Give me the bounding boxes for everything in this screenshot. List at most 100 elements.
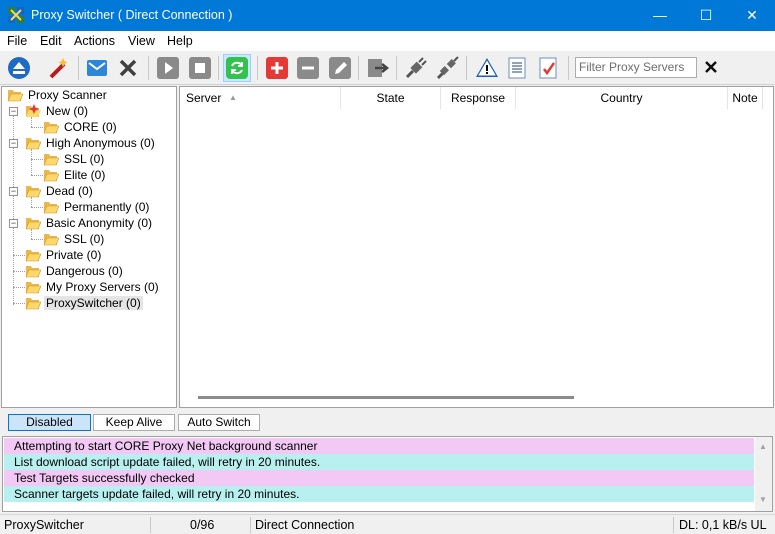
wizard-button[interactable] — [45, 54, 73, 82]
edit-button[interactable] — [326, 54, 354, 82]
filter-input[interactable]: Filter Proxy Servers — [575, 57, 697, 78]
menu-help[interactable]: Help — [167, 34, 193, 48]
plug-connect-icon — [405, 57, 427, 79]
title-bar[interactable]: Proxy Switcher ( Direct Connection ) — ☐… — [0, 0, 775, 31]
horizontal-scrollbar[interactable] — [198, 396, 574, 399]
menu-edit[interactable]: Edit — [40, 34, 62, 48]
play-button[interactable] — [154, 54, 182, 82]
eject-icon — [8, 57, 30, 79]
new-folder-icon — [26, 104, 41, 117]
menu-actions[interactable]: Actions — [74, 34, 115, 48]
tree-item-ssl[interactable]: SSL (0) — [43, 151, 106, 167]
folder-open-icon — [25, 282, 41, 294]
delete-button[interactable] — [114, 54, 142, 82]
check-button[interactable] — [534, 54, 562, 82]
close-button[interactable]: ✕ — [729, 0, 775, 31]
eject-button[interactable] — [5, 54, 33, 82]
expand-toggle[interactable]: − — [9, 219, 18, 228]
delete-x-icon — [119, 59, 137, 77]
edit-pencil-icon — [329, 57, 351, 79]
status-bar: ProxySwitcher 0/96 Direct Connection DL:… — [0, 514, 775, 534]
app-icon — [8, 7, 24, 23]
warnings-button[interactable] — [473, 54, 501, 82]
tree-item-high-anonymous[interactable]: High Anonymous (0) — [25, 135, 157, 151]
disabled-mode-button[interactable]: Disabled — [8, 414, 91, 431]
menu-view[interactable]: View — [128, 34, 155, 48]
refresh-cycle-icon — [226, 57, 248, 79]
scroll-up-icon[interactable]: ▲ — [759, 442, 767, 451]
stop-icon — [189, 57, 211, 79]
tree-item-basic-anonymity[interactable]: Basic Anonymity (0) — [25, 215, 154, 231]
plug-disconnect-icon — [436, 56, 459, 80]
status-connection: Direct Connection — [255, 518, 355, 532]
scroll-down-icon[interactable]: ▼ — [759, 495, 767, 504]
folder-open-icon — [25, 138, 41, 150]
disconnect-button[interactable] — [434, 54, 462, 82]
expand-toggle[interactable]: − — [9, 187, 18, 196]
log-button[interactable] — [503, 54, 531, 82]
warning-icon — [476, 58, 498, 77]
keep-alive-mode-button[interactable]: Keep Alive — [93, 414, 175, 431]
vertical-scrollbar[interactable]: ▲ ▼ — [755, 437, 772, 511]
folder-open-icon — [7, 90, 23, 102]
log-line: Scanner targets update failed, will retr… — [4, 486, 754, 502]
proxy-tree[interactable]: − − − − Proxy Scanner New (0) CORE (0) H… — [1, 86, 177, 408]
folder-open-icon — [25, 250, 41, 262]
log-line: List download script update failed, will… — [4, 454, 754, 470]
menu-file[interactable]: File — [7, 34, 27, 48]
folder-open-icon — [25, 266, 41, 278]
auto-switch-mode-button[interactable]: Auto Switch — [178, 414, 260, 431]
column-header-server[interactable]: Server ▲ — [180, 87, 341, 109]
folder-open-icon — [43, 122, 59, 134]
tree-item-core[interactable]: CORE (0) — [43, 119, 119, 135]
clear-x-icon — [705, 61, 717, 73]
remove-button[interactable] — [294, 54, 322, 82]
expand-toggle[interactable]: − — [9, 139, 18, 148]
tree-item-ssl[interactable]: SSL (0) — [43, 231, 106, 247]
export-button[interactable] — [364, 54, 392, 82]
log-panel[interactable]: Attempting to start CORE Proxy Net backg… — [2, 436, 773, 512]
column-header-country[interactable]: Country — [516, 87, 728, 109]
connect-button[interactable] — [402, 54, 430, 82]
minimize-button[interactable]: — — [637, 0, 683, 31]
tree-item-proxyswitcher[interactable]: ProxySwitcher (0) — [25, 295, 143, 311]
folder-open-icon — [25, 186, 41, 198]
log-line: Attempting to start CORE Proxy Net backg… — [4, 438, 754, 454]
stop-button[interactable] — [186, 54, 214, 82]
maximize-button[interactable]: ☐ — [683, 0, 729, 31]
remove-icon — [297, 57, 319, 79]
play-icon — [157, 57, 179, 79]
expand-toggle[interactable]: − — [9, 107, 18, 116]
status-proxy-count: 0/96 — [190, 518, 215, 532]
column-header-response[interactable]: Response — [441, 87, 516, 109]
clear-filter-button[interactable] — [700, 56, 722, 78]
export-arrow-icon — [368, 59, 390, 77]
column-header-state[interactable]: State — [341, 87, 441, 109]
tree-item-elite[interactable]: Elite (0) — [43, 167, 107, 183]
menu-bar: File Edit Actions View Help — [0, 31, 775, 51]
folder-open-icon — [25, 218, 41, 230]
tree-item-dangerous[interactable]: Dangerous (0) — [25, 263, 125, 279]
folder-open-icon — [43, 170, 59, 182]
refresh-button[interactable] — [223, 54, 251, 82]
folder-open-icon — [43, 234, 59, 246]
checklist-icon — [539, 57, 557, 79]
tree-item-my-proxy-servers[interactable]: My Proxy Servers (0) — [25, 279, 161, 295]
folder-open-icon — [43, 202, 59, 214]
tree-item-permanently[interactable]: Permanently (0) — [43, 199, 151, 215]
email-button[interactable] — [83, 54, 111, 82]
folder-open-icon — [25, 298, 41, 310]
magic-wand-icon — [49, 58, 68, 79]
tree-item-private[interactable]: Private (0) — [25, 247, 103, 263]
tree-item-new[interactable]: New (0) — [25, 103, 90, 119]
proxy-list[interactable]: Server ▲ State Response Country Note — [179, 86, 774, 408]
column-header-note[interactable]: Note — [728, 87, 763, 109]
sort-ascending-icon: ▲ — [229, 93, 237, 102]
tree-item-dead[interactable]: Dead (0) — [25, 183, 95, 199]
status-app-name: ProxySwitcher — [4, 518, 84, 532]
tree-root-proxy-scanner[interactable]: Proxy Scanner — [7, 87, 109, 103]
status-transfer-speed: DL: 0,1 kB/s UL — [679, 518, 767, 532]
add-button[interactable] — [263, 54, 291, 82]
email-icon — [87, 60, 107, 76]
document-icon — [508, 57, 526, 79]
